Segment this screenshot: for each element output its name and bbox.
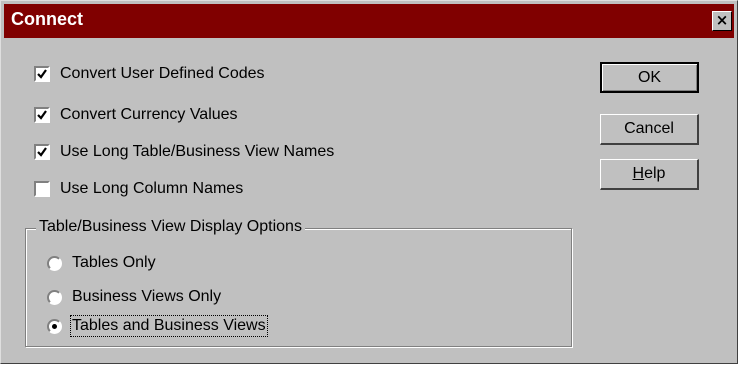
checkbox-label: Use Long Table/Business View Names: [60, 143, 335, 160]
checkmark-icon: [37, 110, 47, 120]
radio-button[interactable]: [47, 318, 62, 334]
checkbox-convert-currency-values[interactable]: Convert Currency Values: [34, 104, 238, 126]
radio-selected-dot: [52, 323, 57, 329]
checkmark-icon: [37, 69, 47, 79]
group-title: Table/Business View Display Options: [36, 218, 305, 236]
radio-tables-only[interactable]: Tables Only: [47, 252, 156, 274]
checkmark-icon: [37, 147, 47, 157]
connect-dialog: Connect × Convert User Defined Codes Con…: [0, 0, 738, 364]
title-bar[interactable]: Connect ×: [4, 4, 734, 38]
help-button[interactable]: Help: [600, 159, 699, 190]
help-label-rest: elp: [644, 165, 666, 182]
ok-button[interactable]: OK: [600, 62, 699, 93]
checkbox-box[interactable]: [34, 144, 50, 160]
checkbox-label: Use Long Column Names: [60, 180, 244, 197]
checkbox-convert-user-defined-codes[interactable]: Convert User Defined Codes: [34, 63, 265, 85]
close-button[interactable]: ×: [712, 11, 732, 31]
checkbox-label: Convert User Defined Codes: [60, 65, 265, 82]
display-options-group: Table/Business View Display Options Tabl…: [25, 218, 572, 347]
radio-label: Tables and Business Views: [70, 315, 268, 337]
radio-business-views-only[interactable]: Business Views Only: [47, 286, 221, 308]
checkbox-box[interactable]: [34, 107, 50, 123]
close-icon: ×: [715, 11, 729, 29]
checkbox-label: Convert Currency Values: [60, 106, 238, 123]
checkbox-use-long-table-names[interactable]: Use Long Table/Business View Names: [34, 141, 334, 163]
radio-label: Tables Only: [72, 254, 156, 271]
radio-label: Business Views Only: [72, 288, 222, 305]
radio-tables-and-business-views[interactable]: Tables and Business Views: [47, 315, 268, 337]
window-title: Connect: [11, 9, 83, 29]
cancel-button[interactable]: Cancel: [600, 114, 699, 145]
radio-button[interactable]: [47, 255, 62, 271]
help-mnemonic: H: [632, 165, 645, 182]
radio-button[interactable]: [47, 289, 62, 305]
checkbox-use-long-column-names[interactable]: Use Long Column Names: [34, 178, 243, 200]
checkbox-box[interactable]: [34, 181, 50, 197]
checkbox-box[interactable]: [34, 66, 50, 82]
